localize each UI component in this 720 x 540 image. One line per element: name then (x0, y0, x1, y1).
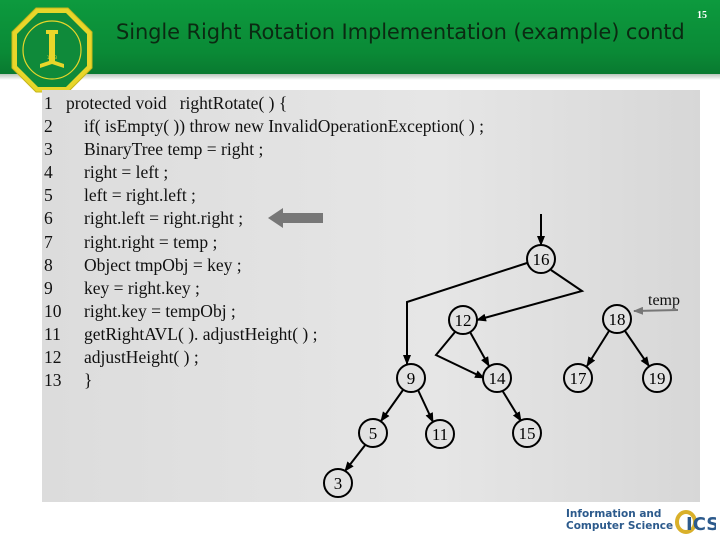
tree-node-3: 3 (323, 468, 353, 498)
node-label: 19 (649, 369, 666, 388)
footer-line-2: Computer Science (566, 520, 674, 532)
node-label: 15 (519, 424, 536, 443)
ics-badge-icon: ICS (675, 510, 716, 535)
tree-node-19: 19 (642, 363, 672, 393)
temp-label: temp (648, 292, 680, 309)
tree-edge (434, 331, 485, 379)
tree-edge (624, 330, 650, 367)
node-label: 18 (609, 310, 626, 329)
node-label: 11 (432, 425, 448, 444)
tree-node-14: 14 (482, 363, 512, 393)
node-label: 17 (570, 369, 588, 388)
svg-text:ICS: ICS (686, 514, 716, 535)
node-label: 3 (334, 474, 343, 493)
line-pointer-arrow (268, 208, 323, 228)
temp-pointer: temp (633, 292, 680, 315)
tree-node-16: 16 (526, 244, 556, 274)
tree-node-17: 17 (563, 363, 593, 393)
tree-edge (469, 331, 490, 367)
tree-node-9: 9 (396, 363, 426, 393)
node-label: 5 (369, 424, 378, 443)
footer-line-1: Information and (566, 508, 662, 520)
avl-tree-diagram: 16 12 18 9 14 17 19 5 11 15 3 temp (268, 208, 680, 498)
tree-node-18: 18 (602, 304, 632, 334)
tree-node-11: 11 (425, 419, 455, 449)
tree-edge (586, 330, 610, 367)
node-label: 12 (455, 311, 472, 330)
tree-node-15: 15 (512, 418, 542, 448)
tree-node-5: 5 (358, 418, 388, 448)
tree-node-12: 12 (448, 305, 478, 335)
tree-edge (501, 389, 522, 422)
tree-edge (380, 389, 404, 422)
node-label: 14 (489, 369, 507, 388)
tree-edge (476, 269, 585, 322)
node-label: 16 (533, 250, 550, 269)
tree-edge (417, 389, 434, 423)
tree-edge (344, 443, 367, 472)
node-label: 9 (407, 369, 416, 388)
ics-footer-logo: Information and Computer Science ICS (566, 506, 716, 536)
